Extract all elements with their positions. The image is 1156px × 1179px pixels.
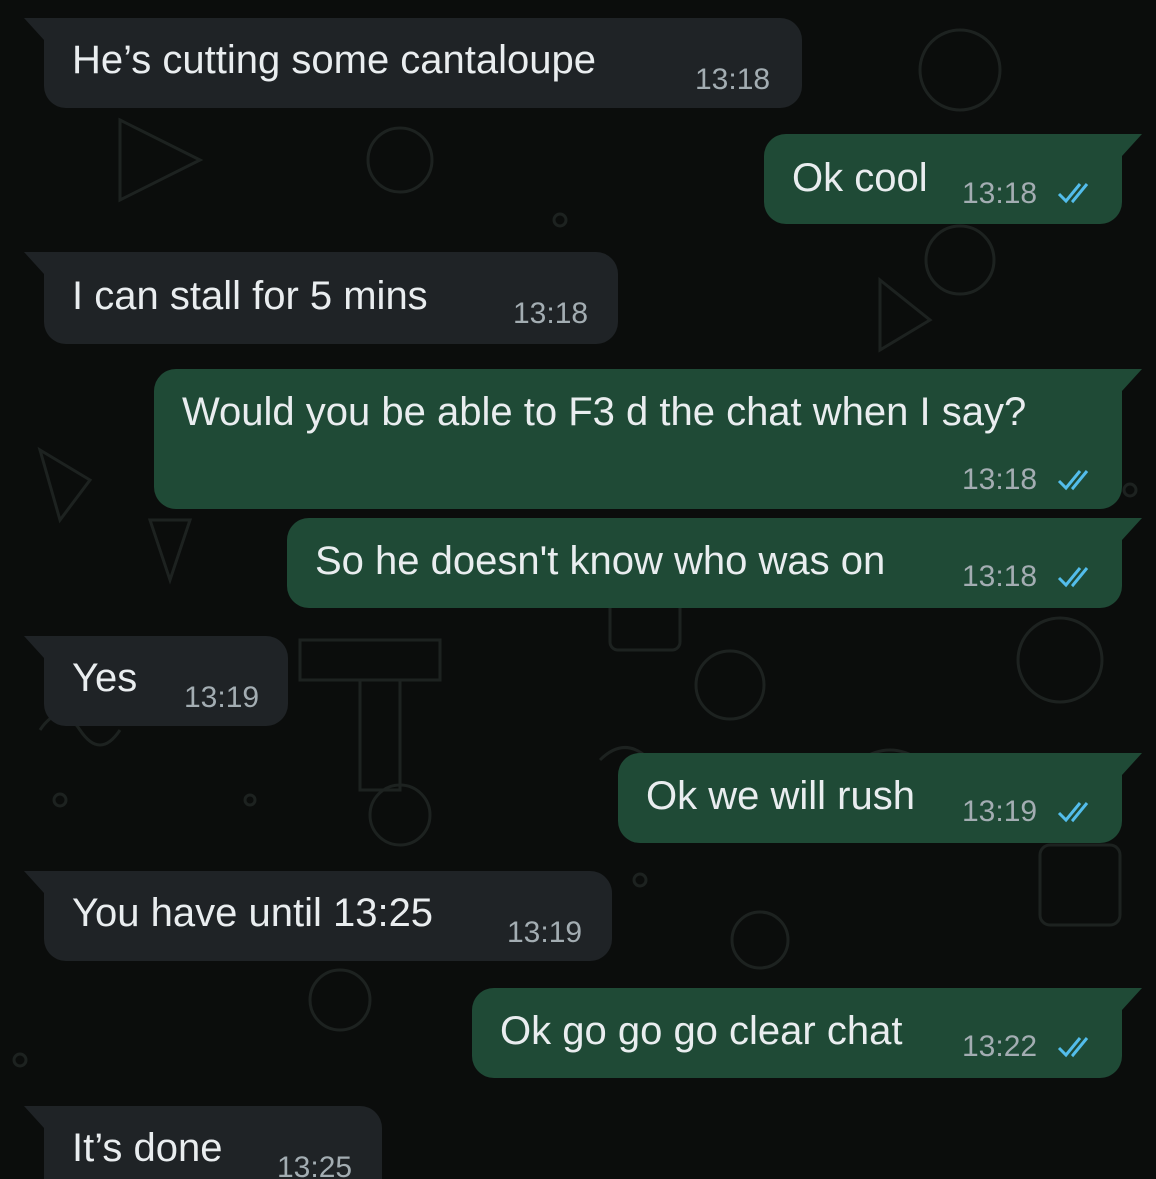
message-text: It’s done [72, 1126, 223, 1170]
outgoing-message[interactable]: Would you be able to F3 d the chat when … [154, 369, 1142, 509]
outgoing-message[interactable]: Ok go go go clear chat 13:22 [472, 988, 1142, 1078]
double-check-icon [1057, 802, 1089, 823]
message-timestamp: 13:18 [962, 177, 1038, 210]
message-timestamp: 13:18 [962, 560, 1038, 593]
incoming-message[interactable]: Yes 13:19 [24, 636, 288, 726]
message-text: Ok we will rush [646, 774, 915, 818]
double-check-icon [1057, 1037, 1089, 1058]
message-text: Ok go go go clear chat [500, 1009, 903, 1053]
outgoing-message[interactable]: So he doesn't know who was on 13:18 [287, 518, 1142, 608]
message-text: I can stall for 5 mins [72, 274, 428, 318]
message-text: Yes [72, 656, 138, 700]
double-check-icon [1057, 183, 1089, 204]
incoming-message[interactable]: It’s done 13:25 [24, 1106, 382, 1179]
message-timestamp: 13:25 [277, 1151, 353, 1179]
message-text: You have until 13:25 [72, 891, 434, 935]
message-timestamp: 13:18 [962, 463, 1038, 496]
outgoing-message[interactable]: Ok we will rush 13:19 [618, 753, 1142, 843]
incoming-message[interactable]: He’s cutting some cantaloupe 13:18 [24, 18, 802, 108]
message-timestamp: 13:19 [507, 916, 583, 949]
double-check-icon [1057, 470, 1089, 491]
message-timestamp: 13:18 [695, 63, 771, 96]
incoming-message[interactable]: I can stall for 5 mins 13:18 [24, 252, 618, 344]
message-text: Would you be able to F3 d the chat when … [182, 390, 1027, 434]
message-text: Ok cool [792, 156, 928, 200]
incoming-message[interactable]: You have until 13:25 13:19 [24, 871, 612, 961]
chat-window: He’s cutting some cantaloupe 13:18 Ok co… [0, 0, 1156, 1179]
message-timestamp: 13:22 [962, 1030, 1038, 1063]
double-check-icon [1057, 567, 1089, 588]
message-text: So he doesn't know who was on [315, 539, 886, 583]
outgoing-message[interactable]: Ok cool 13:18 [764, 134, 1142, 224]
message-text: He’s cutting some cantaloupe [72, 38, 597, 82]
message-timestamp: 13:19 [962, 795, 1038, 828]
message-timestamp: 13:19 [184, 681, 260, 714]
message-timestamp: 13:18 [513, 297, 589, 330]
